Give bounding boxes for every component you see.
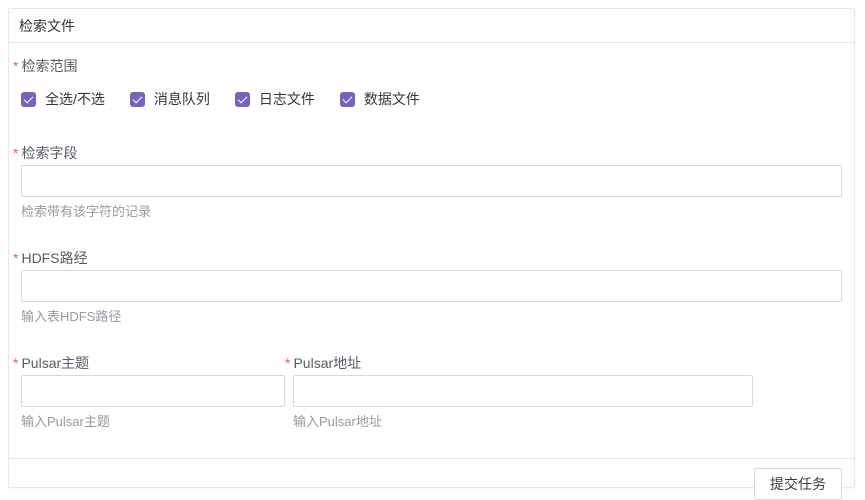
search-files-card: 检索文件 * 检索范围 全选/不选 消息队列 日志文件 (8, 8, 855, 488)
form-item-pulsar-address: * Pulsar地址 输入Pulsar地址 (293, 353, 753, 431)
required-asterisk: * (13, 248, 18, 268)
required-asterisk: * (13, 353, 18, 373)
checkbox-item-data-files[interactable]: 数据文件 (340, 89, 420, 109)
checkbox-label: 全选/不选 (45, 89, 105, 109)
required-asterisk: * (13, 56, 18, 76)
card-header: 检索文件 (9, 9, 854, 43)
form-item-pulsar-topic: * Pulsar主题 输入Pulsar主题 (21, 353, 285, 431)
scope-label-text: 检索范围 (21, 56, 77, 76)
pulsar-row: * Pulsar主题 输入Pulsar主题 * Pulsar地址 输入Pulsa… (21, 353, 842, 458)
scope-checkbox-group: 全选/不选 消息队列 日志文件 数据文件 (21, 89, 842, 109)
checkbox-checked-icon[interactable] (130, 92, 145, 107)
pulsar-topic-hint: 输入Pulsar主题 (21, 413, 285, 431)
scope-label: * 检索范围 (13, 56, 842, 76)
card-body: * 检索范围 全选/不选 消息队列 日志文件 数据文件 (9, 43, 854, 458)
pulsar-address-input[interactable] (293, 375, 753, 407)
hdfs-path-label: * HDFS路经 (13, 248, 842, 268)
checkbox-checked-icon[interactable] (340, 92, 355, 107)
checkbox-item-message-queue[interactable]: 消息队列 (130, 89, 210, 109)
hdfs-path-input[interactable] (21, 270, 842, 302)
required-asterisk: * (13, 143, 18, 163)
required-asterisk: * (285, 353, 290, 373)
search-field-label: * 检索字段 (13, 143, 842, 163)
pulsar-topic-label: * Pulsar主题 (13, 353, 285, 373)
pulsar-address-label: * Pulsar地址 (285, 353, 753, 373)
checkbox-item-select-all[interactable]: 全选/不选 (21, 89, 105, 109)
form-item-hdfs-path: * HDFS路经 输入表HDFS路径 (21, 248, 842, 326)
hdfs-path-label-text: HDFS路经 (21, 248, 87, 268)
hdfs-path-hint: 输入表HDFS路径 (21, 308, 842, 326)
submit-task-button[interactable]: 提交任务 (754, 468, 842, 500)
pulsar-address-hint: 输入Pulsar地址 (293, 413, 753, 431)
form-item-search-field: * 检索字段 检索带有该字符的记录 (21, 143, 842, 221)
search-field-label-text: 检索字段 (21, 143, 77, 163)
checkbox-checked-icon[interactable] (21, 92, 36, 107)
checkbox-checked-icon[interactable] (235, 92, 250, 107)
search-field-input[interactable] (21, 165, 842, 197)
checkbox-label: 数据文件 (364, 89, 420, 109)
pulsar-topic-input[interactable] (21, 375, 285, 407)
checkbox-label: 消息队列 (154, 89, 210, 109)
form-item-scope: * 检索范围 全选/不选 消息队列 日志文件 数据文件 (21, 56, 842, 109)
checkbox-item-log-files[interactable]: 日志文件 (235, 89, 315, 109)
card-footer: 提交任务 (9, 458, 854, 500)
card-title: 检索文件 (19, 16, 75, 36)
pulsar-address-label-text: Pulsar地址 (293, 353, 361, 373)
pulsar-topic-label-text: Pulsar主题 (21, 353, 89, 373)
checkbox-label: 日志文件 (259, 89, 315, 109)
search-field-hint: 检索带有该字符的记录 (21, 203, 842, 221)
